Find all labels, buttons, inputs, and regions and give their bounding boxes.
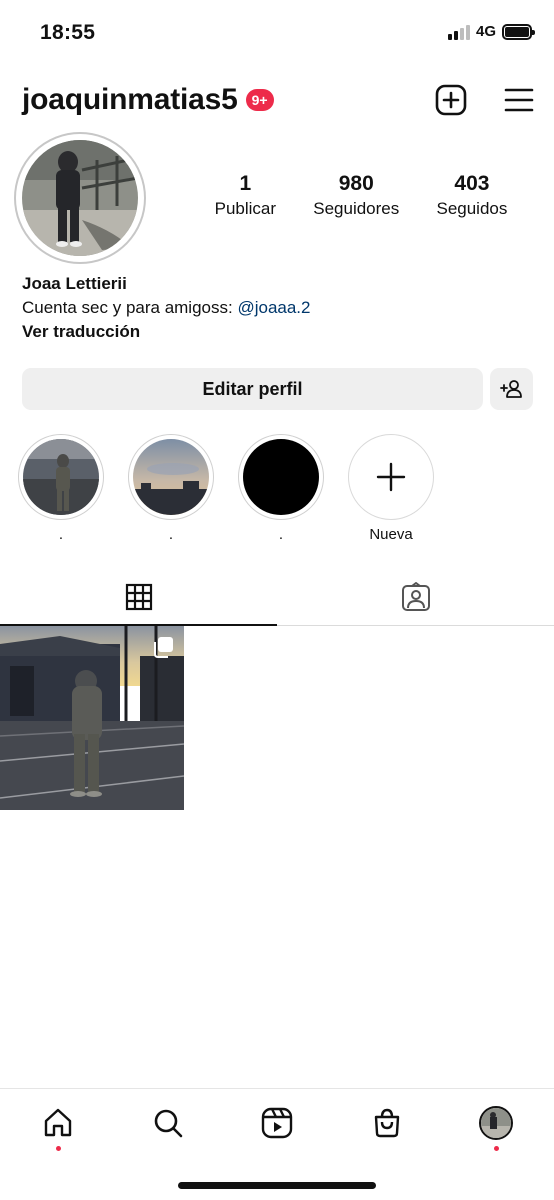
signal-icon [447,24,470,40]
stat-followers-label: Seguidores [313,199,400,218]
profile-bio: Joaa Lettierii Cuenta sec y para amigoss… [22,272,532,344]
nav-home[interactable] [40,1105,76,1151]
discover-people-button[interactable] [490,368,533,410]
profile-tabs [0,568,554,626]
add-person-icon [499,380,522,398]
nav-reels[interactable] [259,1105,295,1141]
highlight-item[interactable]: . [128,434,214,544]
highlight-label: . [168,526,174,543]
stat-posts[interactable]: 1 Publicar [215,172,276,219]
notification-dot [55,1146,61,1151]
story-highlights: . . . Nueva [18,434,434,544]
username[interactable]: joaquinmatias5 [22,83,238,117]
new-highlight-label: Nueva [369,526,413,543]
bio-mention-link[interactable]: @joaaa.2 [237,298,310,317]
bio-text-body: Cuenta sec y para amigoss: [22,298,238,317]
status-bar: 18:55 4G [0,0,554,66]
hamburger-menu-icon [504,88,534,112]
highlight-cover [243,439,319,515]
status-time: 18:55 [40,21,96,44]
search-icon [154,1109,182,1138]
stat-followers-value: 980 [338,172,374,195]
stat-followers[interactable]: 980 Seguidores [313,172,399,219]
shopping-bag-icon [374,1108,399,1138]
tab-tagged[interactable] [277,568,554,625]
highlight-item[interactable]: . [18,434,104,544]
new-highlight-button[interactable]: Nueva [348,434,434,544]
nav-profile[interactable] [478,1105,514,1151]
stat-posts-value: 1 [239,172,252,195]
see-translation-link[interactable]: Ver traducción [22,320,532,344]
notification-dot [493,1146,499,1151]
reels-icon [261,1107,293,1139]
stat-following-value: 403 [454,172,490,195]
edit-profile-button[interactable]: Editar perfil [22,368,483,410]
profile-stats: 1 Publicar 980 Seguidores 403 Seguidos [196,172,526,219]
plus-icon [376,462,406,492]
nav-shop[interactable] [369,1105,405,1141]
highlight-label: . [278,526,284,543]
notification-badge[interactable]: 9+ [245,89,274,111]
header-actions [434,83,536,117]
bio-text: Cuenta sec y para amigoss: @joaaa.2 [22,296,532,320]
profile-avatar-small [479,1106,513,1140]
network-type: 4G [475,23,496,40]
tagged-person-icon [401,581,430,611]
menu-button[interactable] [502,83,536,117]
profile-avatar [22,140,138,256]
grid-icon [125,583,152,610]
stat-following[interactable]: 403 Seguidos [436,172,507,219]
highlight-item[interactable]: . [238,434,324,544]
status-indicators: 4G [447,23,535,40]
stat-posts-label: Publicar [214,199,277,218]
highlight-cover [23,439,99,515]
battery-icon [502,23,535,40]
nav-search[interactable] [150,1105,186,1141]
post-thumbnail[interactable] [0,626,184,810]
home-icon [44,1108,72,1137]
profile-header: joaquinmatias5 9+ [22,80,536,120]
highlight-label: . [58,526,64,543]
stat-following-label: Seguidos [436,199,508,218]
carousel-icon [154,637,173,658]
plus-square-icon [435,84,467,116]
profile-avatar-ring[interactable] [14,132,146,264]
display-name: Joaa Lettierii [22,274,127,293]
highlight-cover [133,439,209,515]
home-indicator [178,1182,376,1189]
create-post-button[interactable] [434,83,468,117]
tab-posts-grid[interactable] [0,568,277,626]
